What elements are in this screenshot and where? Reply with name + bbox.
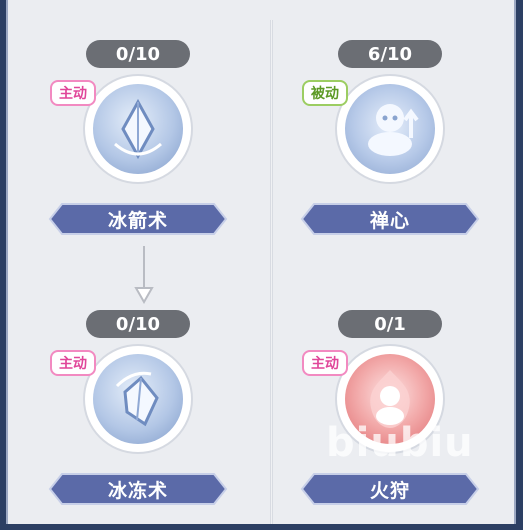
skill-level: 0/10 <box>86 40 190 68</box>
skill-type-badge: 被动 <box>302 80 348 106</box>
column-divider <box>270 20 273 524</box>
skill-meditation[interactable]: 6/10 被动 禅心 <box>290 40 490 260</box>
skill-ice-arrow[interactable]: 0/10 主动 冰箭术 <box>38 40 238 260</box>
skill-ice-freeze[interactable]: 0/10 主动 冰冻术 <box>38 310 238 530</box>
skill-tree-panel: 0/10 主动 冰箭术 6/10 被动 禅心 0/10 主动 冰冻术 0/1 主… <box>6 0 516 524</box>
skill-name-bar: 禅心 <box>300 202 480 236</box>
skill-level: 0/1 <box>338 310 442 338</box>
skill-level: 0/10 <box>86 310 190 338</box>
ice-freeze-icon <box>93 354 183 444</box>
arrow-down-icon <box>134 246 154 304</box>
skill-level: 6/10 <box>338 40 442 68</box>
ice-arrow-icon <box>93 84 183 174</box>
skill-icon-frame[interactable] <box>85 76 191 182</box>
skill-name-bar: 火狩 <box>300 472 480 506</box>
watermark: biubiu <box>326 420 474 466</box>
skill-icon-frame[interactable] <box>337 76 443 182</box>
skill-name-bar: 冰冻术 <box>48 472 228 506</box>
meditation-icon <box>345 84 435 174</box>
skill-icon-frame[interactable] <box>85 346 191 452</box>
skill-name: 火狩 <box>369 479 410 502</box>
skill-name: 冰冻术 <box>107 479 168 502</box>
skill-type-badge: 主动 <box>50 350 96 376</box>
skill-name: 冰箭术 <box>107 209 168 232</box>
skill-name: 禅心 <box>369 209 410 232</box>
skill-name-bar: 冰箭术 <box>48 202 228 236</box>
skill-type-badge: 主动 <box>302 350 348 376</box>
skill-type-badge: 主动 <box>50 80 96 106</box>
